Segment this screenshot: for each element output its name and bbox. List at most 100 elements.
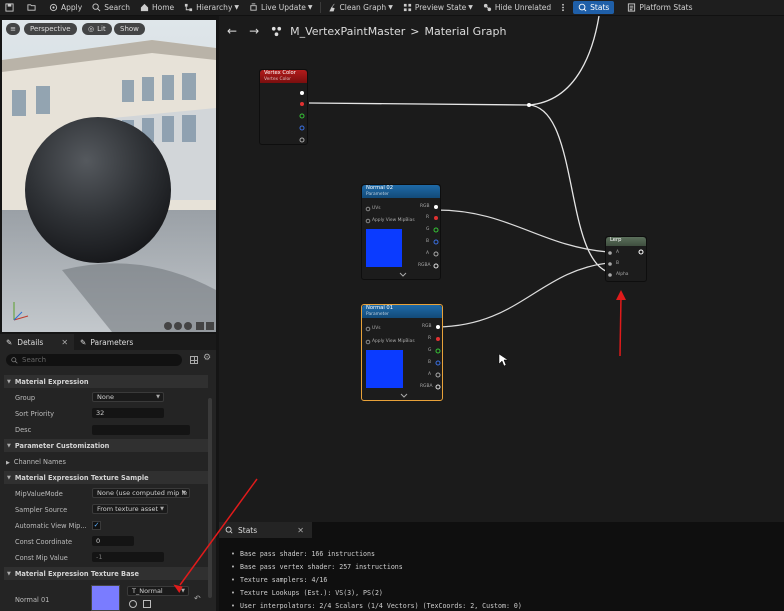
mip-mode-dropdown[interactable]: None (use computed mip le ▼ (92, 488, 190, 498)
sampler-source-dropdown[interactable]: From texture asset ▼ (92, 504, 168, 514)
sort-priority-value: 32 (96, 409, 105, 417)
stats-panel: Stats ✕ Base pass shader: 166 instructio… (219, 522, 784, 611)
node-subtitle: Vertex Color (264, 76, 291, 82)
mouse-cursor-icon (498, 353, 509, 367)
preview-state-button[interactable]: Preview State ▼ (398, 0, 478, 16)
hierarchy-button[interactable]: Hierarchy ▼ (179, 0, 244, 16)
breadcrumb: ← → M_VertexPaintMaster > Material Graph (219, 16, 784, 46)
group-dropdown[interactable]: None ▼ (92, 392, 164, 402)
perspective-button[interactable]: Perspective (24, 23, 77, 35)
details-scrollbar[interactable] (208, 398, 212, 598)
search-label: Search (104, 3, 130, 12)
hide-unrelated-button[interactable]: Hide Unrelated (478, 0, 556, 16)
output-pins (299, 91, 305, 143)
material-graph[interactable]: ← → M_VertexPaintMaster > Material Graph… (219, 16, 784, 524)
tab-parameters-label: Parameters (90, 337, 134, 347)
material-name[interactable]: M_VertexPaintMaster (290, 25, 405, 38)
apply-icon (49, 3, 58, 12)
pencil-icon: ✎ (6, 337, 13, 347)
home-label: Home (151, 3, 175, 12)
section-parameter-customization[interactable]: ▼ Parameter Customization (4, 439, 208, 452)
use-asset-icon[interactable] (129, 600, 137, 608)
const-coordinate-label: Const Coordinate (15, 538, 73, 546)
home-icon (140, 3, 149, 12)
texture-thumbnail[interactable] (91, 585, 120, 611)
forward-arrow-icon[interactable]: → (249, 24, 259, 38)
search-icon (92, 3, 101, 12)
section-texture-sample[interactable]: ▼ Material Expression Texture Sample (4, 471, 208, 484)
vertex-color-node[interactable]: Vertex Color Vertex Color (259, 69, 308, 145)
section-texture-base[interactable]: ▼ Material Expression Texture Base (4, 567, 208, 580)
const-mip-input[interactable]: -1 (92, 552, 164, 562)
hierarchy-icon (185, 3, 193, 12)
tab-stats[interactable]: Stats ✕ (219, 522, 312, 538)
breadcrumb-separator: > (410, 24, 420, 38)
const-coordinate-value: 0 (96, 537, 101, 545)
platform-stats-button[interactable]: Platform Stats (622, 0, 697, 16)
chevron-down-icon: ▼ (156, 394, 160, 400)
stats-button[interactable]: Stats (573, 1, 615, 14)
save-button[interactable] (0, 0, 22, 16)
group-value: None (97, 393, 114, 401)
folder-icon (27, 4, 36, 11)
show-label: Show (120, 25, 139, 33)
chevron-down-icon: ▼ (388, 4, 393, 11)
details-search-input[interactable]: Search (6, 354, 182, 366)
channel-names-row[interactable]: ▶ Channel Names (6, 458, 66, 466)
normal01-node[interactable]: Normal 01 Parameter UVs Apply View MipBi… (361, 304, 443, 401)
auto-view-mip-label: Automatic View Mip... (15, 522, 87, 530)
hierarchy-label: Hierarchy (196, 3, 233, 12)
browse-asset-icon[interactable] (143, 600, 151, 608)
platform-stats-icon (628, 3, 636, 12)
grid-view-icon[interactable] (190, 356, 198, 364)
perspective-label: Perspective (30, 25, 71, 33)
reset-arrow-icon[interactable]: ↶ (194, 594, 201, 603)
toolbar: Apply Search Home Hierarchy ▼ Live Update… (0, 0, 784, 16)
search-button[interactable]: Search (87, 0, 135, 16)
live-update-label: Live Update (261, 3, 306, 12)
back-arrow-icon[interactable]: ← (227, 24, 237, 38)
tab-parameters[interactable]: ✎ Parameters (74, 334, 139, 350)
clean-graph-button[interactable]: Clean Graph ▼ (323, 0, 398, 16)
more-options-button[interactable] (556, 0, 573, 16)
close-icon[interactable]: ✕ (297, 526, 304, 535)
browse-button[interactable] (22, 0, 44, 16)
hide-unrelated-icon (483, 3, 491, 12)
channel-names-label: Channel Names (13, 458, 66, 466)
stats-line: Texture Lookups (Est.): VS(3), PS(2) (231, 587, 522, 600)
auto-view-mip-checkbox[interactable]: ✓ (92, 521, 101, 530)
stats-line: Texture samplers: 4/16 (231, 574, 522, 587)
desc-input[interactable] (92, 425, 190, 435)
gear-icon[interactable]: ⚙ (203, 353, 211, 363)
tab-details[interactable]: ✎ Details ✕ (0, 334, 75, 350)
live-update-button[interactable]: Live Update ▼ (244, 0, 318, 16)
lit-button[interactable]: ◎ Lit (82, 23, 112, 35)
close-icon[interactable]: ✕ (61, 338, 68, 347)
material-editor: Apply Search Home Hierarchy ▼ Live Update… (0, 0, 784, 611)
divider (319, 2, 321, 13)
home-button[interactable]: Home (135, 0, 179, 16)
chevron-down-icon: ▼ (160, 506, 164, 512)
sort-priority-input[interactable]: 32 (92, 408, 164, 418)
details-tabs: ✎ Details ✕ ✎ Parameters (0, 334, 216, 350)
hamburger-icon: ≡ (10, 25, 16, 33)
stats-line: Base pass vertex shader: 257 instruction… (231, 561, 522, 574)
const-coordinate-input[interactable]: 0 (92, 536, 134, 546)
lerp-node[interactable]: Lerp A B Alpha (605, 236, 647, 282)
sampler-source-label: Sampler Source (15, 506, 68, 514)
chevron-right-icon: ▶ (6, 460, 10, 466)
apply-button[interactable]: Apply (44, 0, 87, 16)
mip-mode-value: None (use computed mip le (97, 489, 188, 497)
search-icon (11, 356, 18, 364)
preview-viewport[interactable]: ≡ Perspective ◎ Lit Show (2, 20, 216, 332)
texture-value: T_Normal (132, 587, 163, 595)
graph-name: Material Graph (424, 24, 507, 38)
pin-dots (608, 249, 644, 277)
viewport-options-button[interactable]: ≡ (6, 23, 20, 35)
show-button[interactable]: Show (114, 23, 145, 35)
pin-dots (365, 205, 439, 277)
texture-asset-picker[interactable]: T_Normal ▼ (127, 586, 189, 596)
normal02-node[interactable]: Normal 02 Parameter UVs Apply View MipBi… (361, 184, 441, 280)
details-search-row: Search ⚙ (0, 350, 216, 370)
section-material-expression[interactable]: ▼ Material Expression (4, 375, 208, 388)
